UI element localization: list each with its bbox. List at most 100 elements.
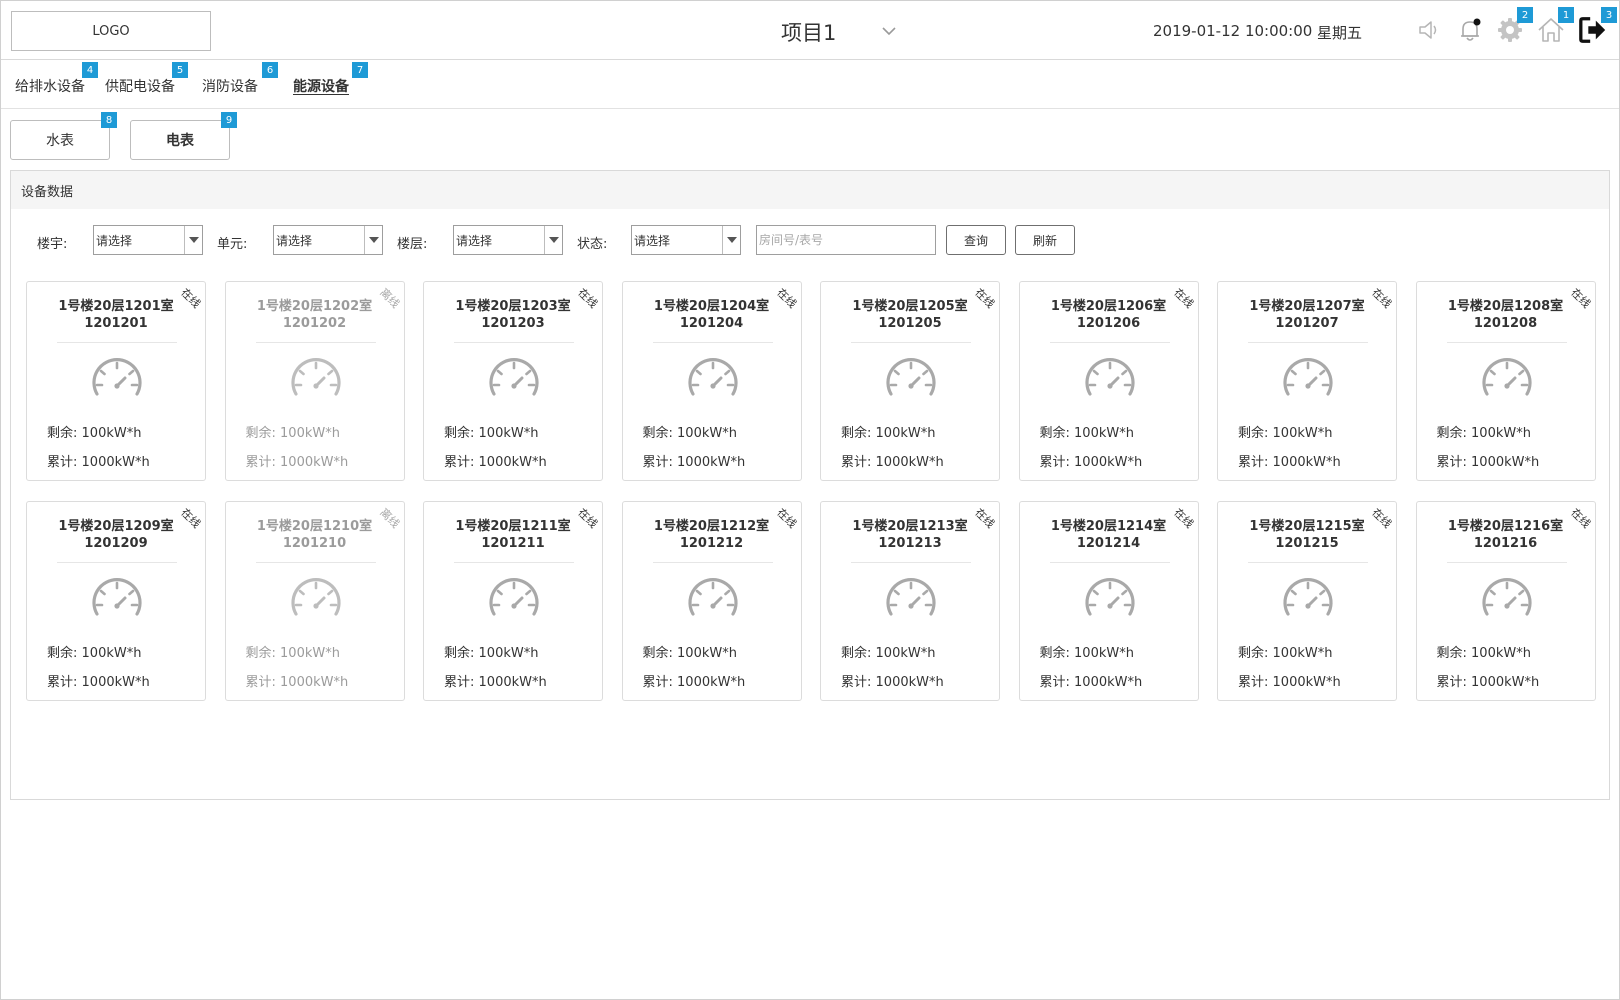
meter-card-title: 1号楼20层1214室 1201214 [1020, 518, 1198, 552]
gauge-icon [1479, 354, 1535, 400]
meter-card[interactable]: 1号楼20层1208室 1201208 在线 剩余: 100kW*h 累计: 1000k… [1415, 281, 1596, 481]
caret-down-icon[interactable] [364, 226, 382, 254]
remaining-label: 剩余: [1039, 426, 1070, 441]
meter-card-title: 1号楼20层1211室 1201211 [424, 518, 602, 552]
nav-badge-fire: 6 [262, 62, 278, 78]
gauge-icon [883, 354, 939, 400]
remaining-value: 100kW*h [81, 646, 142, 661]
meter-total: 累计: 1000kW*h [643, 671, 746, 690]
meter-card[interactable]: 1号楼20层1211室 1201211 在线 剩余: 100kW*h 累计: 1000k… [423, 501, 603, 701]
meter-total: 累计: 1000kW*h [841, 671, 944, 690]
meter-number: 1201202 [282, 316, 347, 331]
meter-card[interactable]: 1号楼20层1215室 1201215 在线 剩余: 100kW*h 累计: 1000k… [1217, 501, 1397, 701]
total-label: 累计: [642, 455, 673, 470]
total-value: 1000kW*h [81, 675, 150, 690]
meter-card[interactable]: 1号楼20层1213室 1201213 在线 剩余: 100kW*h 累计: 1000k… [820, 501, 1000, 701]
nav-item-energy[interactable]: 能源设备 [293, 76, 349, 96]
meter-remaining: 剩余: 100kW*h [1238, 422, 1332, 441]
category-nav: 给排水设备 4 供配电设备 5 消防设备 6 能源设备 7 [1, 61, 1619, 109]
meter-total: 累计: 1000kW*h [1437, 451, 1540, 470]
remaining-label: 剩余: [1436, 646, 1467, 661]
meter-card[interactable]: 1号楼20层1212室 1201212 在线 剩余: 100kW*h 累计: 1000k… [621, 501, 802, 701]
meter-remaining: 剩余: 100kW*h [246, 422, 340, 441]
total-label: 累计: [1039, 455, 1070, 470]
caret-down-icon[interactable] [184, 226, 202, 254]
remaining-value: 100kW*h [1471, 426, 1531, 441]
meter-remaining: 剩余: 100kW*h [643, 422, 737, 441]
meter-card-title: 1号楼20层1209室 1201209 [27, 518, 205, 552]
room-meter-search-input[interactable] [756, 225, 936, 255]
meter-card-title: 1号楼20层1216室 1201216 [1417, 518, 1595, 552]
remaining-value: 100kW*h [677, 646, 737, 661]
meter-remaining: 剩余: 100kW*h [841, 422, 935, 441]
meter-card[interactable]: 1号楼20层1205室 1201205 在线 剩余: 100kW*h 累计: 1000k… [820, 281, 1000, 481]
total-label: 累计: [841, 455, 872, 470]
project-selector[interactable]: 项目1 [781, 17, 836, 47]
logout-badge: 3 [1601, 7, 1617, 23]
meter-room: 1号楼20层1211室 [455, 519, 571, 534]
remaining-value: 100kW*h [1074, 426, 1134, 441]
meter-card[interactable]: 1号楼20层1207室 1201207 在线 剩余: 100kW*h 累计: 1000k… [1217, 281, 1397, 481]
meter-remaining: 剩余: 100kW*h [643, 642, 737, 661]
remaining-value: 100kW*h [478, 646, 539, 661]
bell-icon[interactable] [1455, 15, 1485, 45]
meter-card[interactable]: 1号楼20层1204室 1201204 在线 剩余: 100kW*h 累计: 1000k… [621, 281, 802, 481]
meter-card[interactable]: 1号楼20层1203室 1201203 在线 剩余: 100kW*h 累计: 1000k… [423, 281, 603, 481]
remaining-label: 剩余: [642, 646, 673, 661]
remaining-label: 剩余: [841, 646, 872, 661]
nav-item-fire[interactable]: 消防设备 [202, 76, 258, 96]
chevron-down-icon[interactable] [879, 21, 899, 41]
meter-card[interactable]: 1号楼20层1209室 1201209 在线 剩余: 100kW*h 累计: 1000k… [26, 501, 206, 701]
meter-card[interactable]: 1号楼20层1216室 1201216 在线 剩余: 100kW*h 累计: 1000k… [1415, 501, 1596, 701]
building-select-value: 请选择 [96, 233, 133, 248]
divider [1248, 562, 1368, 563]
remaining-label: 剩余: [444, 646, 475, 661]
total-value: 1000kW*h [1074, 675, 1143, 690]
refresh-button[interactable]: 刷新 [1015, 225, 1075, 255]
meter-remaining: 剩余: 100kW*h [1437, 422, 1531, 441]
meter-room: 1号楼20层1202室 [256, 299, 373, 314]
total-value: 1000kW*h [280, 675, 349, 690]
device-data-panel: 设备数据 楼宇: 请选择 单元: 请选择 楼层: 请选择 状态: 请选择 查询 … [10, 170, 1610, 800]
meter-number: 1201215 [1275, 536, 1339, 551]
meter-total: 累计: 1000kW*h [47, 451, 150, 470]
caret-down-icon[interactable] [544, 226, 562, 254]
meter-remaining: 剩余: 100kW*h [246, 642, 340, 661]
meter-remaining: 剩余: 100kW*h [47, 422, 141, 441]
unit-select[interactable]: 请选择 [273, 225, 383, 255]
floor-filter-label: 楼层: [397, 237, 428, 252]
gauge-icon [486, 574, 542, 620]
meter-room: 1号楼20层1213室 [852, 519, 968, 534]
speaker-icon[interactable] [1414, 15, 1444, 45]
nav-item-water[interactable]: 给排水设备 [15, 76, 85, 96]
meter-card[interactable]: 1号楼20层1214室 1201214 在线 剩余: 100kW*h 累计: 1000k… [1018, 501, 1199, 701]
divider [1446, 342, 1567, 343]
meter-remaining: 剩余: 100kW*h [1437, 642, 1531, 661]
divider [1049, 562, 1170, 563]
meter-card-title: 1号楼20层1201室 1201201 [27, 298, 205, 332]
query-button[interactable]: 查询 [946, 225, 1006, 255]
meter-card[interactable]: 1号楼20层1202室 1201202 离线 剩余: 100kW*h 累计: 1000k… [224, 281, 405, 481]
meter-card-title: 1号楼20层1204室 1201204 [623, 298, 801, 332]
meter-card-title: 1号楼20层1207室 1201207 [1218, 298, 1396, 332]
floor-select[interactable]: 请选择 [453, 225, 563, 255]
meter-total: 累计: 1000kW*h [841, 451, 944, 470]
meter-number: 1201201 [84, 316, 148, 331]
meter-card-title: 1号楼20层1208室 1201208 [1417, 298, 1595, 332]
meter-card[interactable]: 1号楼20层1201室 1201201 在线 剩余: 100kW*h 累计: 1000k… [26, 281, 206, 481]
subtab-electric-meter[interactable]: 电表 [130, 120, 230, 160]
divider [652, 342, 773, 343]
meter-card[interactable]: 1号楼20层1206室 1201206 在线 剩余: 100kW*h 累计: 1000k… [1018, 281, 1199, 481]
caret-down-icon[interactable] [722, 226, 740, 254]
meter-remaining: 剩余: 100kW*h [444, 422, 538, 441]
meter-card[interactable]: 1号楼20层1210室 1201210 离线 剩余: 100kW*h 累计: 1000k… [224, 501, 405, 701]
subtab-water-meter[interactable]: 水表 [10, 120, 110, 160]
meter-number: 1201207 [1275, 316, 1339, 331]
building-select[interactable]: 请选择 [93, 225, 203, 255]
total-value: 1000kW*h [280, 455, 349, 470]
remaining-value: 100kW*h [1074, 646, 1134, 661]
status-select[interactable]: 请选择 [631, 225, 741, 255]
total-label: 累计: [1436, 455, 1467, 470]
current-datetime: 2019-01-12 10:00:00 [1153, 22, 1313, 40]
nav-item-power-supply[interactable]: 供配电设备 [105, 76, 175, 96]
